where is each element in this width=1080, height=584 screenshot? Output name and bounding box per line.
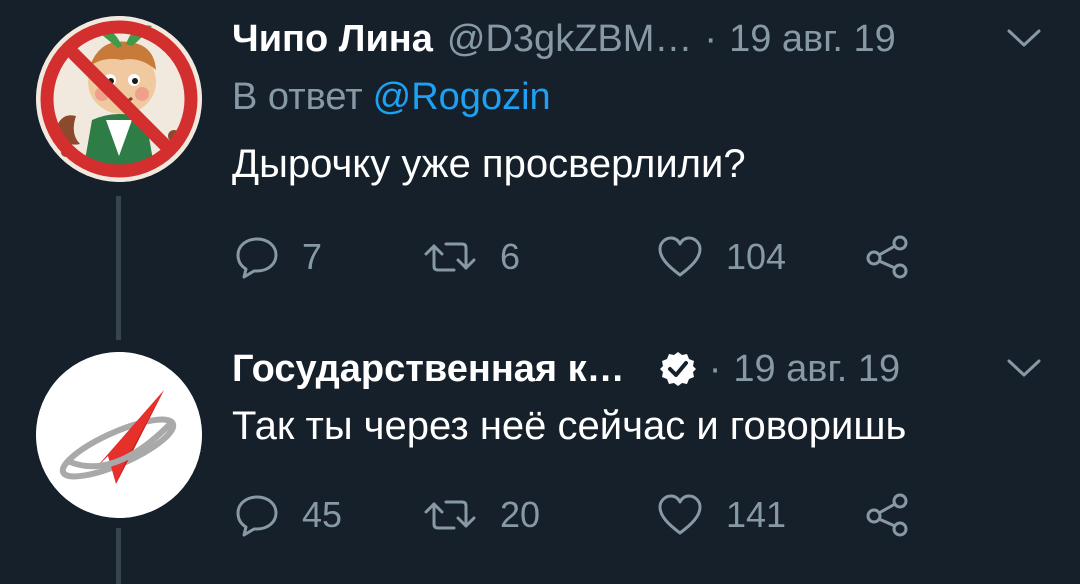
reply-context: В ответ @Rogozin	[232, 76, 551, 119]
share-icon	[866, 493, 908, 537]
retweet-button[interactable]: 6	[422, 232, 520, 282]
thread-connector	[116, 528, 121, 584]
share-icon	[866, 235, 908, 279]
share-button[interactable]	[864, 232, 910, 282]
tweet-text: Дырочку уже просверлили?	[232, 142, 746, 186]
avatar[interactable]	[36, 16, 202, 182]
verified-badge-icon	[659, 352, 696, 386]
reply-button[interactable]: 7	[234, 232, 322, 282]
tweet-text: Так ты через неё сейчас и говоришь	[232, 404, 907, 448]
tweet-header: Государственная к… · 19 авг. 19	[232, 344, 1044, 394]
separator-dot: ·	[704, 17, 718, 60]
retweet-count: 20	[500, 494, 541, 535]
retweet-icon	[424, 242, 476, 272]
reply-count: 7	[302, 236, 323, 277]
heart-icon	[658, 494, 702, 535]
avatar[interactable]	[36, 352, 202, 518]
reply-icon	[236, 237, 278, 279]
separator-dot: ·	[708, 347, 722, 390]
tweet[interactable]: Чипо Лина @D3gkZBM… · 19 авг. 19 В ответ…	[0, 0, 1080, 340]
heart-icon	[658, 236, 702, 277]
display-name[interactable]: Государственная к…	[232, 348, 625, 391]
display-name[interactable]: Чипо Лина	[232, 18, 433, 61]
like-button[interactable]: 141	[656, 490, 786, 540]
retweet-button[interactable]: 20	[422, 490, 540, 540]
like-button[interactable]: 104	[656, 232, 786, 282]
crossed-out-cartoon-character-icon	[36, 16, 202, 182]
tweet-header: Чипо Лина @D3gkZBM… · 19 авг. 19	[232, 14, 1044, 64]
thread-connector	[116, 196, 121, 340]
verified-badge	[659, 350, 697, 388]
reply-count: 45	[302, 494, 343, 535]
tweet-date[interactable]: 19 авг. 19	[729, 18, 896, 61]
chevron-down-icon[interactable]	[1006, 26, 1042, 50]
chevron-down-icon[interactable]	[1006, 356, 1042, 380]
retweet-count: 6	[500, 236, 521, 277]
tweet-date[interactable]: 19 авг. 19	[733, 348, 900, 391]
reply-mention-link[interactable]: @Rogozin	[373, 76, 551, 118]
share-button[interactable]	[864, 490, 910, 540]
like-count: 104	[726, 236, 787, 277]
like-count: 141	[726, 494, 787, 535]
reply-prefix: В ответ	[232, 76, 363, 118]
reply-button[interactable]: 45	[234, 490, 342, 540]
retweet-icon	[424, 500, 476, 530]
roscosmos-logo-icon	[36, 352, 202, 518]
reply-icon	[236, 495, 278, 537]
user-handle[interactable]: @D3gkZBM…	[447, 18, 693, 61]
